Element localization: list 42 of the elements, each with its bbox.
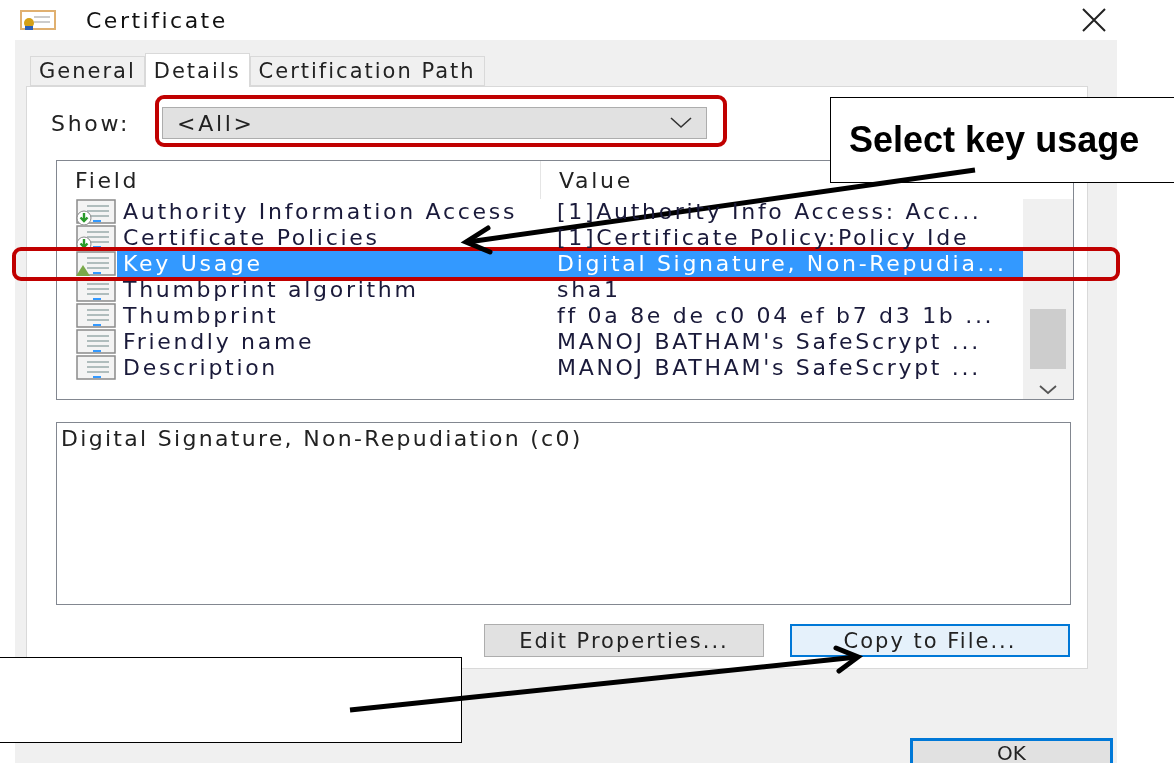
document-list-icon: [75, 303, 117, 329]
field-cell: Authority Information Access: [123, 203, 518, 221]
list-row[interactable]: Friendly name MANOJ BATHAM's SafeScrypt ...: [117, 329, 1023, 355]
list-row[interactable]: Thumbprint ff 0a 8e de c0 04 ef b7 d3 1b ...: [117, 303, 1023, 329]
document-list-icon: [75, 329, 117, 355]
certificate-icon: [20, 8, 56, 32]
certificate-download-icon: [75, 199, 117, 225]
scrollbar[interactable]: [1023, 199, 1073, 399]
value-cell: MANOJ BATHAM's SafeScrypt ...: [557, 359, 981, 377]
copy-to-file-button[interactable]: Copy to File...: [790, 624, 1070, 657]
field-cell: Friendly name: [123, 333, 315, 351]
tab[interactable]: Certification Path: [249, 56, 485, 86]
list-row[interactable]: Thumbprint algorithm sha1: [117, 277, 1023, 303]
list-row[interactable]: Certificate Policies [1]Certificate Policy:Policy Ide: [117, 225, 1023, 251]
column-header[interactable]: Field: [75, 167, 140, 193]
value-cell: sha1: [557, 281, 621, 299]
value-cell: [1]Certificate Policy:Policy Ide: [557, 229, 970, 247]
callout-box: Select key usage: [830, 97, 1174, 183]
detail-text-area[interactable]: Digital Signature, Non-Repudiation (c0): [56, 422, 1071, 605]
column-header[interactable]: Value: [559, 167, 633, 193]
tab[interactable]: Details: [144, 53, 250, 87]
field-cell: Thumbprint algorithm: [123, 281, 419, 299]
show-dropdown[interactable]: <All>: [162, 107, 707, 139]
field-cell: Thumbprint: [123, 307, 279, 325]
show-label: Show:: [51, 110, 132, 136]
scrollbar-thumb[interactable]: [1030, 309, 1066, 369]
edit-properties-button[interactable]: Edit Properties...: [484, 624, 764, 657]
ok-button[interactable]: OK: [910, 738, 1113, 763]
field-cell: Description: [123, 359, 278, 377]
chevron-down-icon[interactable]: [1039, 385, 1057, 395]
certificate-warning-icon: [75, 251, 117, 277]
value-cell: Digital Signature, Non-Repudia...: [557, 255, 1007, 273]
document-list-icon: [75, 355, 117, 381]
chevron-down-icon: [670, 117, 692, 129]
value-cell: ff 0a 8e de c0 04 ef b7 d3 1b ...: [557, 307, 995, 325]
value-cell: MANOJ BATHAM's SafeScrypt ...: [557, 333, 981, 351]
tab[interactable]: General: [30, 56, 145, 86]
close-icon: [1081, 7, 1107, 33]
list-row[interactable]: Description MANOJ BATHAM's SafeScrypt ...: [117, 355, 1023, 381]
field-cell: Certificate Policies: [123, 229, 380, 247]
field-cell: Key Usage: [123, 255, 263, 273]
window-title: Certificate: [86, 7, 228, 33]
